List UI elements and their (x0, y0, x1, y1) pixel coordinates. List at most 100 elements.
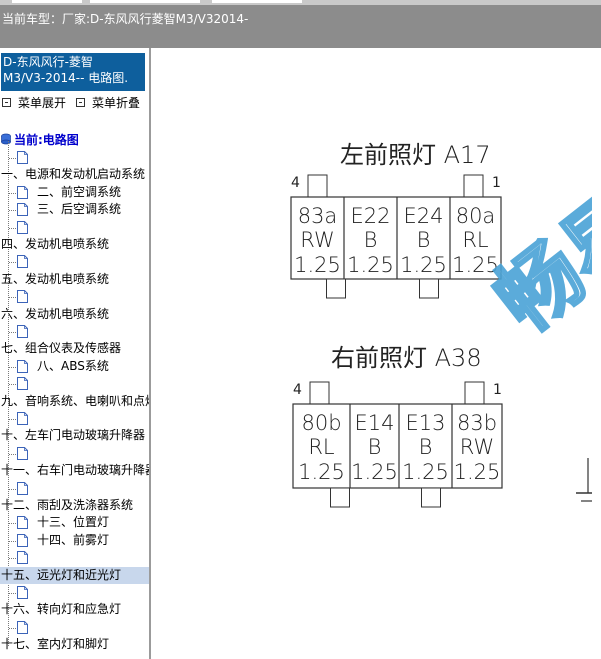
tree-child-item[interactable] (0, 410, 149, 427)
page-icon (17, 551, 28, 565)
tree-item-label: 十七、室内灯和脚灯 (1, 637, 110, 652)
tree-item-label: 十四、前雾灯 (37, 532, 110, 547)
wire-color: RW (300, 228, 335, 252)
tree-item-label: 十一、右车门电动玻璃升降器 (1, 463, 149, 478)
tree-connector (9, 384, 16, 386)
tree-section-item[interactable]: 九、音响系统、电喇叭和点烟器 (0, 393, 149, 410)
wire-size: 1.25 (402, 460, 449, 484)
tree-section-item[interactable]: 六、发动机电喷系统 (0, 306, 149, 323)
wiring-diagram: 左前照灯 A174 183aRW1.25E22B1.25E24B1.2580aRL… (290, 141, 601, 508)
tree-section-item[interactable]: 十二、雨刮及洗涤器系统 (0, 497, 149, 514)
page-icon (17, 516, 28, 530)
wire-code: E13 (406, 411, 446, 435)
tree-section-item[interactable]: 七、组合仪表及传感器 (0, 340, 149, 357)
tree-connector (9, 297, 16, 299)
tree-child-item[interactable]: 八、ABS系统 (0, 358, 149, 375)
wire-color: B (419, 435, 433, 459)
wire-color: B (368, 435, 382, 459)
page-icon (17, 325, 28, 338)
menu-tree: 一、电源和发动机启动系统 二、前空调系统三、后空调系统 四、发动机电喷系统 五、发动机… (0, 48, 149, 659)
connector-tab (307, 174, 328, 198)
tree-section-item[interactable]: 十六、转向灯和应急灯 (0, 601, 149, 618)
pin-number: 1 (493, 382, 502, 398)
page-icon (17, 481, 28, 495)
wire-color: RL (308, 435, 335, 459)
tree-item-label: 五、发动机电喷系统 (1, 271, 110, 286)
tree-section-item[interactable]: 十、左车门电动玻璃升降器 (0, 427, 149, 444)
connector-title: 左前照灯 A17 (340, 141, 491, 169)
tree-section-item[interactable]: 十一、右车门电动玻璃升降器 (0, 462, 149, 479)
wire-size: 1.25 (347, 253, 394, 277)
wire-code: E22 (351, 204, 391, 228)
wire-size: 1.25 (294, 253, 341, 277)
page-icon (17, 203, 28, 217)
tree-connector (9, 593, 16, 594)
tree-section-item[interactable]: 五、发动机电喷系统 (0, 271, 149, 288)
pin-number: 4 (293, 382, 302, 398)
tree-item-label: 七、组合仪表及传感器 (1, 341, 122, 356)
page-icon (17, 255, 28, 269)
tree-child-item[interactable] (0, 619, 149, 636)
wire-size: 1.25 (351, 460, 398, 484)
page-icon (17, 533, 28, 547)
tree-child-item[interactable]: 二、前空调系统 (0, 184, 149, 201)
tree-child-item[interactable] (0, 375, 149, 392)
tree-child-item[interactable] (0, 253, 149, 270)
tree-item-label: 十六、转向灯和应急灯 (1, 602, 122, 617)
header-title-label: 当前车型： (2, 12, 63, 26)
connector-tab (326, 278, 346, 299)
wire-code: E24 (404, 204, 444, 228)
top-strip-segment (212, 0, 302, 3)
tree-item-label: 十三、位置灯 (37, 515, 110, 530)
connector-tab (421, 487, 441, 508)
tree-connector (9, 558, 16, 560)
page-icon (17, 359, 28, 373)
wire-size: 1.25 (454, 460, 501, 484)
tree-child-item[interactable] (0, 480, 149, 497)
tree-child-item[interactable]: 三、后空调系统 (0, 201, 149, 218)
tree-connector (9, 523, 16, 525)
tree-item-label: 十、左车门电动玻璃升降器 (1, 428, 146, 443)
tree-item-label: 十二、雨刮及洗涤器系统 (1, 498, 134, 512)
tree-child-item[interactable] (0, 288, 149, 305)
tree-child-item[interactable] (0, 323, 149, 340)
page-icon (17, 586, 28, 599)
wire-code: E14 (355, 411, 395, 435)
tree-item-label: 十五、远光灯和近光灯 (1, 567, 122, 582)
wire-color: B (364, 228, 378, 252)
wire-code: 83b (457, 411, 497, 435)
connector-tab (330, 487, 350, 508)
page-icon (17, 377, 28, 391)
tree-connector (9, 488, 16, 490)
top-strip-segment (90, 0, 200, 3)
tree-section-item[interactable]: 十七、室内灯和脚灯 (0, 636, 149, 653)
connector-tab (309, 381, 330, 405)
tree-child-item[interactable] (0, 219, 149, 236)
tree-connector (9, 158, 16, 159)
sidebar: D-东风风行-菱智 M3/V3-2014-- 电路图. 菜单展开 菜单折叠 当前… (0, 48, 149, 659)
wire-color: B (417, 228, 431, 252)
tree-child-item[interactable]: 十四、前雾灯 (0, 532, 149, 549)
wire-code: 80a (456, 204, 496, 228)
tree-child-item[interactable]: 十三、位置灯 (0, 514, 149, 531)
tree-section-item[interactable]: 十五、远光灯和近光灯 (0, 566, 149, 584)
page-icon (17, 185, 28, 199)
tree-connector (9, 540, 16, 542)
tree-connector (9, 627, 16, 629)
connector-tab (463, 174, 484, 198)
tree-child-item[interactable] (0, 149, 149, 166)
tree-child-item[interactable] (0, 445, 149, 462)
tree-child-item[interactable] (0, 584, 149, 601)
tree-child-item[interactable] (0, 549, 149, 566)
tree-section-item[interactable]: 一、电源和发动机启动系统 (0, 166, 149, 183)
header-title-value: 厂家:D-东风风行菱智M3/V32014- (62, 12, 249, 26)
tree-connector (9, 366, 16, 368)
wire-code: 80b (301, 411, 341, 435)
tree-item-label: 二、前空调系统 (37, 184, 122, 199)
tree-connector (9, 262, 16, 264)
right-scrollbar[interactable] (592, 48, 601, 659)
tree-connector (9, 210, 16, 212)
wire-code: 83a (298, 204, 338, 228)
tree-section-item[interactable]: 四、发动机电喷系统 (0, 236, 149, 253)
connector-tab (464, 381, 485, 405)
